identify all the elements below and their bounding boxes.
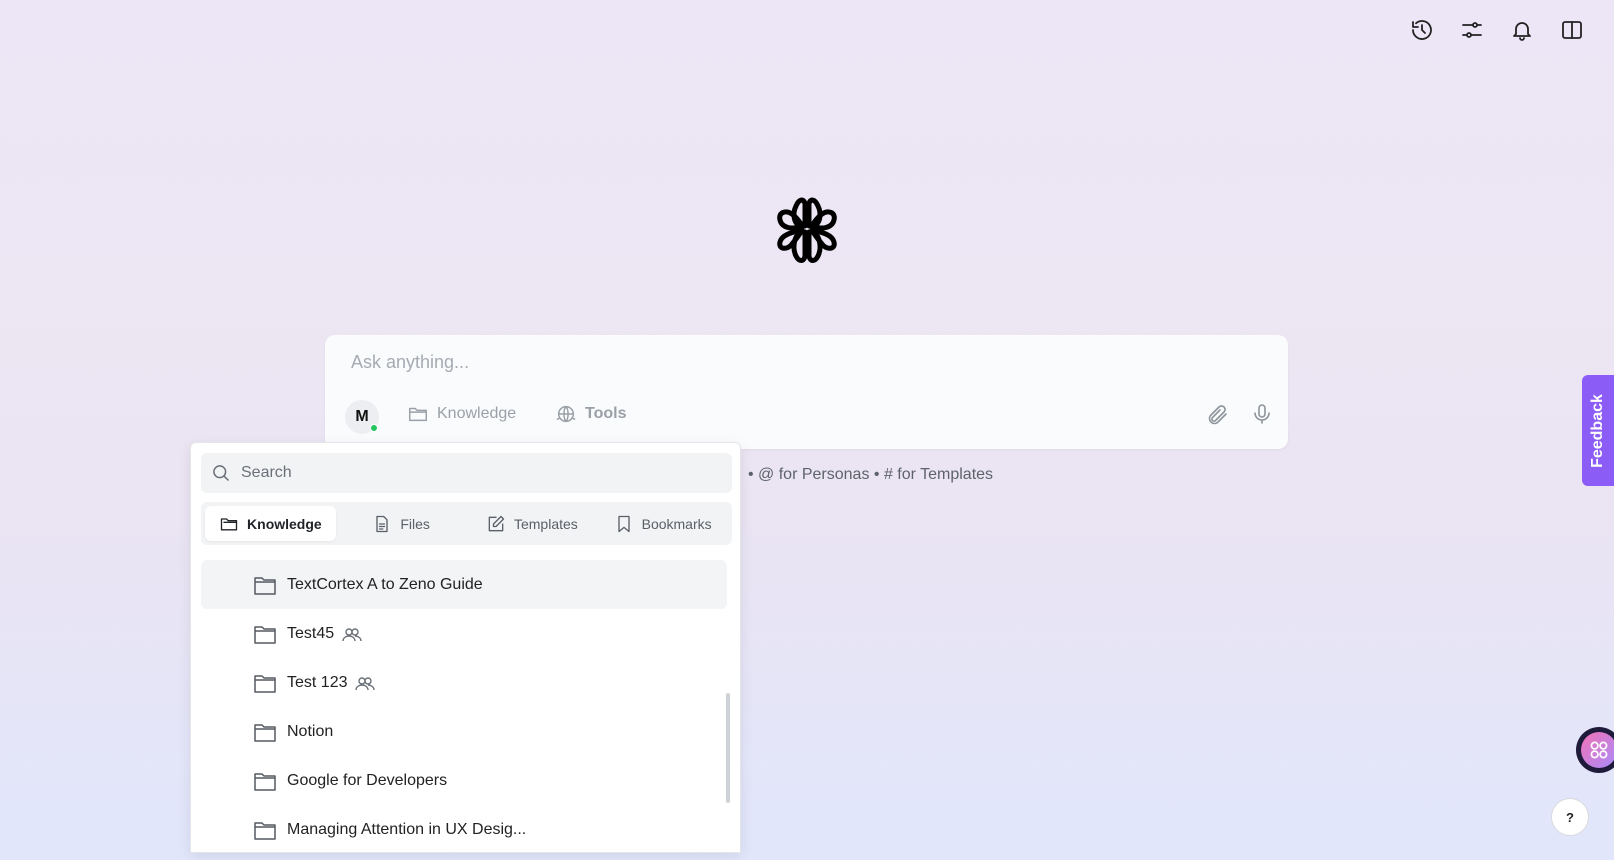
split-panel-icon[interactable] bbox=[1560, 18, 1584, 42]
brain-logo-icon bbox=[764, 192, 850, 266]
shortcut-hint: • @ for Personas • # for Templates bbox=[748, 466, 994, 483]
avatar-letter: M bbox=[355, 408, 369, 425]
folder-icon bbox=[253, 819, 277, 841]
list-item[interactable]: TextCortex A to Zeno Guide bbox=[201, 560, 727, 609]
attach-icon[interactable] bbox=[1206, 403, 1230, 427]
tab-bookmarks[interactable]: Bookmarks bbox=[597, 506, 728, 541]
list-item[interactable]: Managing Attention in UX Desig... bbox=[201, 805, 727, 852]
knowledge-button[interactable]: Knowledge bbox=[407, 403, 516, 425]
sliders-icon[interactable] bbox=[1460, 18, 1484, 42]
list-item[interactable]: Google for Developers bbox=[201, 756, 727, 805]
tab-label: Knowledge bbox=[247, 515, 322, 532]
bookmark-icon bbox=[617, 515, 630, 532]
tab-files[interactable]: Files bbox=[336, 506, 467, 541]
shared-users-icon bbox=[355, 675, 376, 691]
knowledge-dropdown: Knowledge Files Templates Bookmarks Text… bbox=[190, 442, 741, 853]
dropdown-search bbox=[201, 453, 732, 493]
shared-users-icon bbox=[342, 626, 362, 642]
tab-templates[interactable]: Templates bbox=[467, 506, 598, 541]
folder-icon bbox=[253, 623, 277, 645]
bell-icon[interactable] bbox=[1510, 18, 1534, 42]
tab-label: Templates bbox=[513, 515, 578, 532]
tools-label: Tools bbox=[585, 405, 627, 422]
folder-icon bbox=[253, 721, 277, 743]
assistant-launcher-button[interactable] bbox=[1576, 727, 1614, 773]
folder-icon bbox=[253, 770, 277, 792]
knowledge-label: Knowledge bbox=[437, 405, 517, 422]
item-label: Google for Developers bbox=[287, 771, 448, 789]
folder-icon bbox=[253, 672, 277, 694]
feedback-tab[interactable]: Feedback bbox=[1582, 375, 1614, 486]
list-item[interactable]: Test45 bbox=[201, 609, 727, 658]
history-icon[interactable] bbox=[1410, 18, 1434, 42]
dropdown-tabs: Knowledge Files Templates Bookmarks bbox=[201, 502, 732, 545]
knowledge-list: TextCortex A to Zeno Guide Test45 Test 1… bbox=[201, 560, 727, 852]
file-icon bbox=[376, 515, 389, 532]
edit-icon bbox=[488, 515, 505, 531]
search-icon bbox=[213, 465, 230, 482]
tab-label: Bookmarks bbox=[641, 515, 712, 532]
tab-knowledge[interactable]: Knowledge bbox=[205, 506, 336, 541]
persona-avatar[interactable]: M bbox=[345, 400, 379, 434]
item-label: TextCortex A to Zeno Guide bbox=[287, 575, 483, 593]
feedback-label: Feedback bbox=[1589, 393, 1606, 468]
folder-icon bbox=[220, 517, 238, 530]
search-input[interactable] bbox=[241, 453, 721, 493]
item-label: Managing Attention in UX Desig... bbox=[287, 820, 527, 838]
dropdown-scrollbar[interactable] bbox=[726, 693, 730, 803]
list-item[interactable]: Test 123 bbox=[201, 658, 727, 707]
top-toolbar bbox=[1410, 18, 1584, 42]
brain-icon bbox=[1581, 732, 1614, 768]
globe-tools-icon bbox=[556, 405, 576, 423]
item-label: Test45 bbox=[287, 624, 335, 642]
item-label: Notion bbox=[287, 722, 334, 740]
ask-input[interactable] bbox=[351, 352, 1251, 373]
online-status-dot bbox=[370, 424, 378, 432]
list-item[interactable]: Notion bbox=[201, 707, 727, 756]
microphone-icon[interactable] bbox=[1250, 402, 1274, 428]
tools-button[interactable]: Tools bbox=[555, 403, 626, 425]
help-label: ? bbox=[1566, 809, 1574, 825]
help-button[interactable]: ? bbox=[1551, 798, 1589, 836]
item-label: Test 123 bbox=[287, 673, 348, 691]
tab-label: Files bbox=[400, 515, 430, 532]
folder-icon bbox=[409, 407, 427, 422]
chat-composer: M Knowledge Tools bbox=[325, 335, 1288, 449]
folder-icon bbox=[253, 574, 277, 596]
